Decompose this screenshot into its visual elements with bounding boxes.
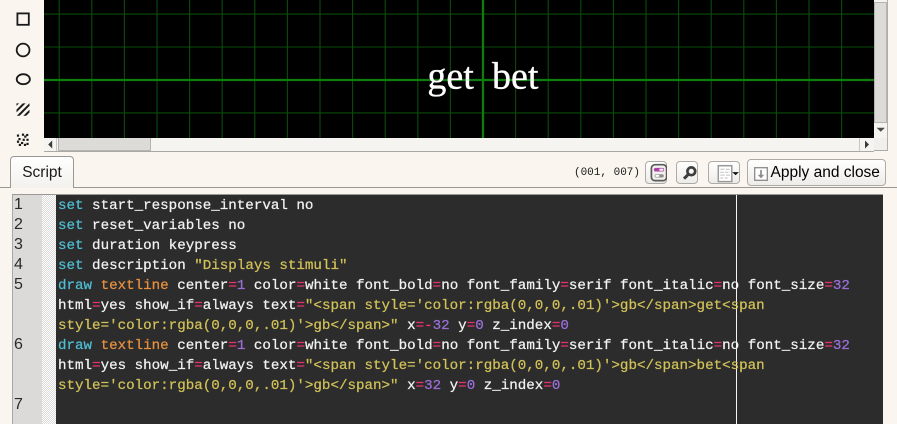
svg-text:get: get [427,56,474,98]
svg-text:bet: bet [492,56,539,98]
